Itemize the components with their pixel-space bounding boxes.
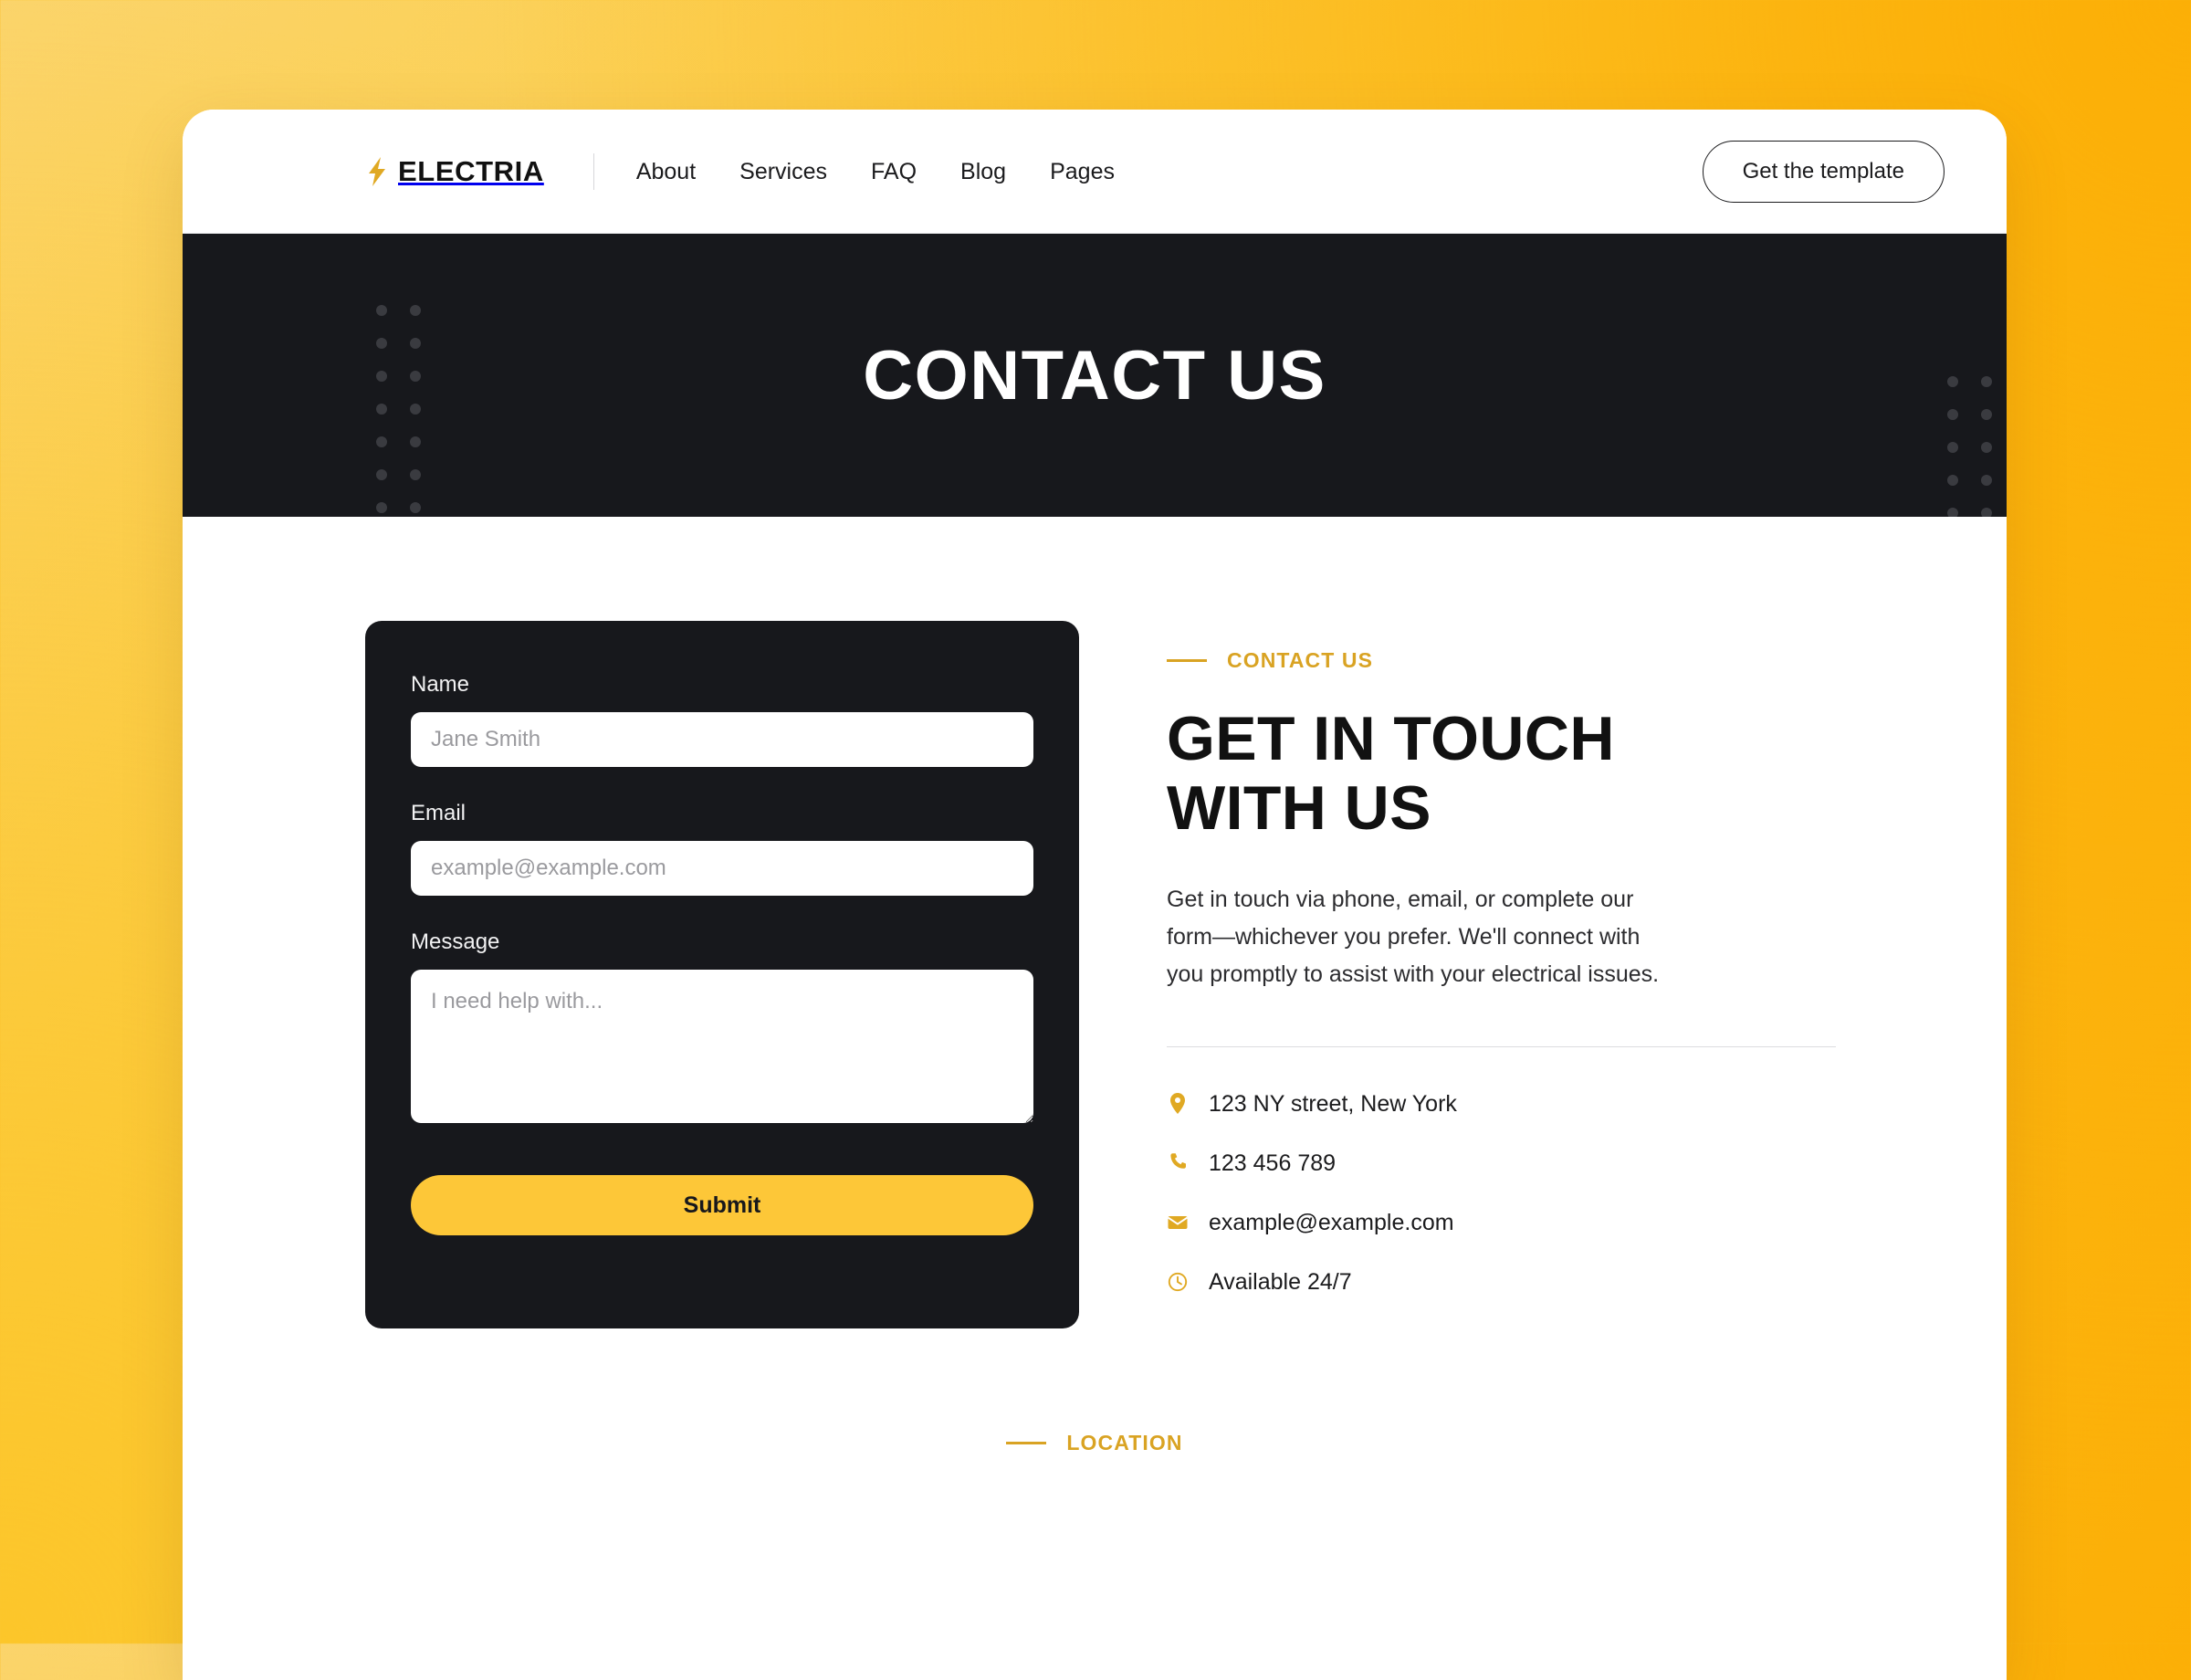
name-input[interactable] [411, 712, 1033, 767]
nav-item-faq[interactable]: FAQ [871, 159, 917, 185]
dot [1947, 508, 1958, 517]
hero-title: CONTACT US [863, 336, 1326, 415]
dot [1981, 475, 1992, 486]
info-heading-line1: GET IN TOUCH [1167, 704, 1615, 773]
page-card: ELECTRIA About Services FAQ Blog Pages G… [183, 110, 2007, 1680]
nav-item-blog[interactable]: Blog [960, 159, 1006, 185]
dot [1981, 508, 1992, 517]
location-section: LOCATION [183, 1431, 2007, 1455]
eyebrow-rule-icon [1006, 1441, 1047, 1444]
envelope-icon [1167, 1216, 1189, 1230]
info-heading: GET IN TOUCH WITH US [1167, 704, 1861, 843]
location-eyebrow: LOCATION [1006, 1431, 1182, 1455]
dot [1981, 376, 1992, 387]
availability-text: Available 24/7 [1209, 1268, 1352, 1295]
dot [410, 502, 421, 513]
email-text: example@example.com [1209, 1209, 1454, 1235]
submit-button[interactable]: Submit [411, 1175, 1033, 1235]
dot-grid-left-decoration [376, 305, 421, 517]
nav-item-about[interactable]: About [636, 159, 696, 185]
address-text: 123 NY street, New York [1209, 1090, 1457, 1117]
contact-info-column: CONTACT US GET IN TOUCH WITH US Get in t… [1167, 621, 1861, 1328]
contact-detail-email[interactable]: example@example.com [1167, 1210, 1861, 1236]
dot [410, 371, 421, 382]
message-textarea[interactable] [411, 970, 1033, 1123]
clock-icon [1168, 1272, 1188, 1292]
info-heading-line2: WITH US [1167, 773, 1431, 844]
phone-icon [1170, 1153, 1186, 1169]
dot [1947, 442, 1958, 453]
get-the-template-button[interactable]: Get the template [1702, 141, 1945, 203]
message-field-label: Message [411, 929, 500, 954]
contact-detail-availability[interactable]: Available 24/7 [1167, 1269, 1861, 1296]
header-divider [592, 153, 594, 190]
location-pin-icon [1170, 1093, 1185, 1115]
dot [410, 436, 421, 447]
dot [376, 502, 387, 513]
lightning-bolt-icon [369, 157, 385, 186]
info-divider [1167, 1045, 1836, 1047]
email-input[interactable] [411, 841, 1033, 896]
contact-form: Name Email Message Submit [365, 621, 1079, 1328]
info-paragraph: Get in touch via phone, email, or comple… [1167, 887, 1660, 987]
dot [1947, 475, 1958, 486]
site-header: ELECTRIA About Services FAQ Blog Pages G… [183, 110, 2007, 234]
contact-detail-address[interactable]: 123 NY street, New York [1167, 1091, 1861, 1118]
dot [376, 436, 387, 447]
contact-details-list: 123 NY street, New York 123 456 789 exam… [1167, 1091, 1861, 1296]
hero-banner: CONTACT US [183, 234, 2007, 517]
dot [410, 469, 421, 480]
brand-name: ELECTRIA [398, 155, 544, 187]
dot [1947, 409, 1958, 420]
contact-us-eyebrow: CONTACT US [1167, 648, 1861, 673]
eyebrow-rule-icon [1167, 659, 1207, 662]
dot [1981, 442, 1992, 453]
location-eyebrow-label: LOCATION [1066, 1430, 1183, 1454]
contact-section: Name Email Message Submit CONTACT US GET… [183, 517, 2007, 1328]
phone-text: 123 456 789 [1209, 1150, 1337, 1176]
email-field-label: Email [411, 801, 467, 825]
contact-detail-phone[interactable]: 123 456 789 [1167, 1150, 1861, 1177]
main-nav: About Services FAQ Blog Pages [636, 159, 1115, 185]
dot [376, 469, 387, 480]
dot [410, 404, 421, 415]
brand-logo[interactable]: ELECTRIA [365, 155, 544, 188]
dot [1947, 376, 1958, 387]
dot-grid-right-decoration [1947, 376, 1992, 517]
name-field-label: Name [411, 672, 470, 697]
dot [376, 371, 387, 382]
dot [410, 338, 421, 349]
dot [376, 338, 387, 349]
eyebrow-label: CONTACT US [1227, 648, 1374, 672]
dot [410, 305, 421, 316]
dot [376, 305, 387, 316]
nav-item-pages[interactable]: Pages [1050, 159, 1115, 185]
dot [376, 404, 387, 415]
dot [1981, 409, 1992, 420]
nav-item-services[interactable]: Services [739, 159, 827, 185]
